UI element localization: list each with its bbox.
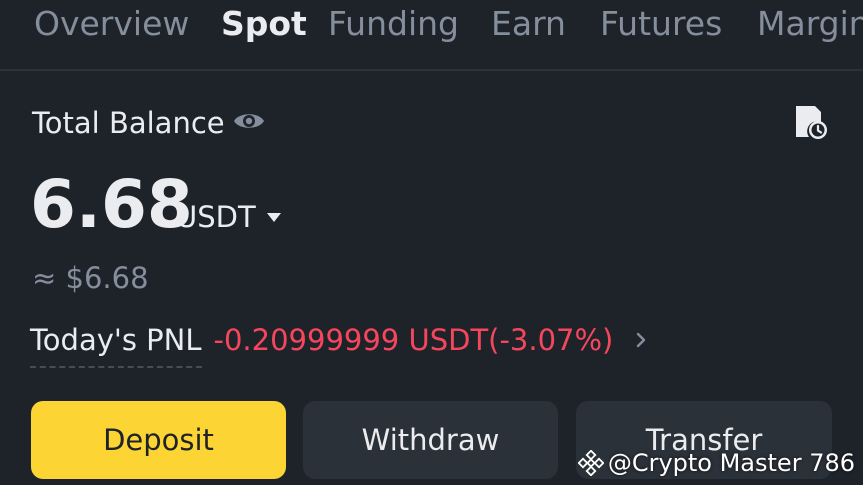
tab-earn[interactable]: Earn bbox=[491, 2, 566, 46]
total-balance-label: Total Balance bbox=[32, 106, 225, 140]
watermark: @Crypto Master 786 bbox=[577, 444, 855, 482]
fiat-equivalent: ≈ $6.68 bbox=[32, 261, 149, 295]
tab-overview[interactable]: Overview bbox=[34, 2, 189, 46]
history-icon[interactable] bbox=[791, 103, 829, 141]
chevron-right-icon bbox=[637, 332, 646, 348]
eye-icon[interactable] bbox=[232, 106, 266, 136]
wallet-tabs: Overview Spot Funding Earn Futures Margi… bbox=[0, 0, 863, 71]
currency-select[interactable]: USDT bbox=[176, 196, 282, 238]
todays-pnl-row[interactable]: Today's PNL -0.20999999 USDT(-3.07%) bbox=[30, 316, 647, 368]
tab-funding[interactable]: Funding bbox=[328, 2, 459, 46]
caret-down-icon bbox=[266, 213, 281, 222]
tab-margin[interactable]: Margin bbox=[757, 2, 863, 46]
withdraw-button[interactable]: Withdraw bbox=[303, 401, 558, 479]
tab-spot[interactable]: Spot bbox=[221, 2, 307, 46]
deposit-button[interactable]: Deposit bbox=[31, 401, 286, 479]
pnl-label: Today's PNL bbox=[30, 320, 202, 368]
currency-label: USDT bbox=[176, 200, 256, 234]
watermark-text: @Crypto Master 786 bbox=[607, 449, 855, 477]
tab-futures[interactable]: Futures bbox=[600, 2, 722, 46]
total-balance-value: 6.68 bbox=[30, 166, 193, 243]
binance-logo-icon bbox=[577, 450, 604, 476]
pnl-value: -0.20999999 USDT(-3.07%) bbox=[213, 323, 614, 357]
